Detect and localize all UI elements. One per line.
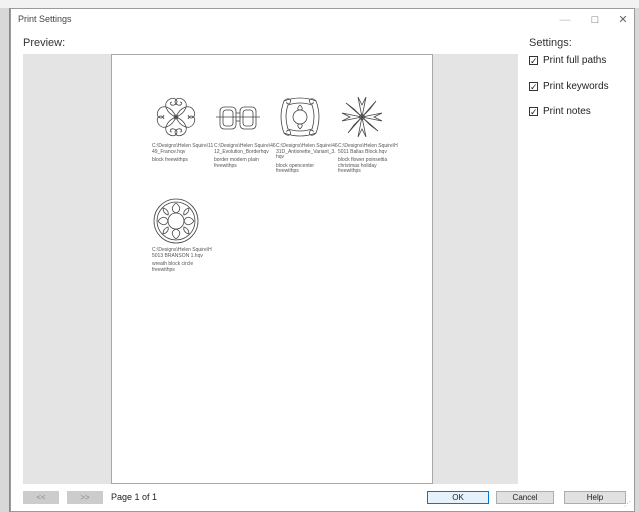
page-status: Page 1 of 1 bbox=[111, 492, 158, 502]
print-notes-label: Print notes bbox=[543, 106, 591, 117]
help-button[interactable]: Help bbox=[564, 491, 626, 504]
design-item: C:\Designs\Helen Squire\H5013 BRANSON 1.… bbox=[152, 197, 214, 273]
minimize-button[interactable]: — bbox=[553, 11, 577, 29]
checkbox-print-full-paths[interactable]: ✓ bbox=[529, 56, 538, 66]
preview-page: C:\Designs\Helen Squire\1149_France.hqv … bbox=[111, 54, 433, 484]
design-keywords: block opencenter freewithps bbox=[276, 162, 315, 175]
settings-label: Settings: bbox=[529, 37, 572, 49]
background-left-edge bbox=[0, 8, 9, 512]
design-keywords: block flower poinsettia christmas holida… bbox=[338, 157, 388, 175]
wreath-icon bbox=[153, 198, 199, 244]
interlock-border-icon bbox=[216, 106, 260, 130]
design-item: C:\Designs\Helen Squire\1149_France.hqv … bbox=[152, 93, 214, 164]
design-keywords: border modern plain freewithps bbox=[214, 157, 259, 169]
design-keywords: wreath block circle freewithps bbox=[152, 261, 194, 273]
print-keywords-label: Print keywords bbox=[543, 81, 609, 92]
design-path: C:\Designs\Helen Squire\4631D_Antionette… bbox=[276, 143, 338, 161]
title-bar: Print Settings — □ ✕ bbox=[11, 9, 634, 31]
design-path: C:\Designs\Helen Squire\1149_France.hqv bbox=[152, 143, 214, 155]
maximize-button[interactable]: □ bbox=[583, 11, 607, 29]
scroll-block-icon bbox=[156, 97, 196, 137]
cancel-button[interactable]: Cancel bbox=[496, 491, 554, 504]
window-title: Print Settings bbox=[18, 14, 72, 24]
previous-page-button[interactable]: << bbox=[23, 491, 59, 504]
ok-button[interactable]: OK bbox=[427, 491, 489, 504]
checkbox-print-notes[interactable]: ✓ bbox=[529, 107, 538, 117]
design-path: C:\Designs\Helen Squire\H5011 Ballas Blo… bbox=[338, 143, 398, 155]
design-path: C:\Designs\Helen Squire\4612_Evolution_B… bbox=[214, 143, 276, 155]
poinsettia-icon bbox=[341, 96, 383, 138]
checkbox-print-keywords[interactable]: ✓ bbox=[529, 82, 538, 92]
design-item: C:\Designs\Helen Squire\4631D_Antionette… bbox=[276, 93, 338, 175]
design-path: C:\Designs\Helen Squire\H5013 BRANSON 1.… bbox=[152, 247, 212, 259]
print-full-paths-label: Print full paths bbox=[543, 55, 607, 66]
next-page-button[interactable]: >> bbox=[67, 491, 103, 504]
design-item: C:\Designs\Helen Squire\4612_Evolution_B… bbox=[214, 93, 276, 169]
background-window-strip bbox=[0, 0, 639, 8]
print-settings-dialog: Print Settings — □ ✕ Preview: Settings: bbox=[10, 8, 635, 512]
design-item: C:\Designs\Helen Squire\H5011 Ballas Blo… bbox=[338, 93, 400, 175]
preview-area: C:\Designs\Helen Squire\1149_France.hqv … bbox=[23, 54, 518, 484]
resize-grip[interactable]: ⋰ bbox=[624, 500, 631, 508]
open-center-block-icon bbox=[280, 97, 320, 137]
preview-label: Preview: bbox=[23, 37, 66, 49]
design-keywords: block freewithps bbox=[152, 157, 188, 164]
close-button[interactable]: ✕ bbox=[611, 11, 635, 29]
